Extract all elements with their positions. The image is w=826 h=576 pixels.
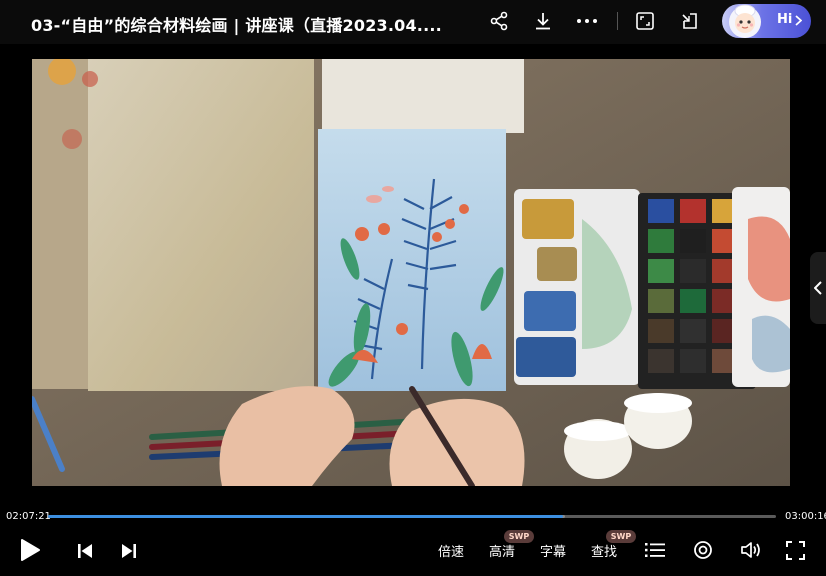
subtitle-button[interactable]: 字幕 bbox=[540, 541, 566, 560]
top-bar: 03-“自由”的综合材料绘画 | 讲座课（直播2023.04.... Hi bbox=[0, 0, 826, 44]
previous-button[interactable] bbox=[74, 540, 96, 562]
video-player[interactable] bbox=[32, 59, 790, 486]
video-frame bbox=[32, 59, 790, 486]
playlist-button[interactable] bbox=[644, 539, 666, 561]
target-settings-icon bbox=[694, 541, 712, 559]
chevron-right-icon bbox=[795, 15, 802, 26]
fullscreen-icon bbox=[785, 540, 805, 560]
share-icon bbox=[490, 11, 508, 31]
play-icon bbox=[21, 539, 40, 561]
settings-button[interactable] bbox=[692, 539, 714, 561]
side-panel-toggle[interactable] bbox=[810, 252, 826, 324]
search-button[interactable]: 查找 bbox=[591, 541, 617, 560]
chevron-left-icon bbox=[814, 281, 822, 295]
video-title: 03-“自由”的综合材料绘画 | 讲座课（直播2023.04.... bbox=[31, 16, 442, 35]
share-button[interactable] bbox=[486, 8, 512, 34]
screenshot-icon bbox=[636, 12, 654, 30]
download-icon bbox=[536, 13, 550, 30]
skip-next-icon bbox=[122, 544, 136, 558]
play-button[interactable] bbox=[16, 536, 44, 564]
next-button[interactable] bbox=[118, 540, 140, 562]
picture-in-picture-button[interactable] bbox=[677, 8, 703, 34]
skip-previous-icon bbox=[78, 544, 92, 558]
progress-played bbox=[48, 515, 563, 518]
more-icon bbox=[577, 19, 597, 23]
assistant-hi-button[interactable]: Hi bbox=[722, 4, 811, 38]
volume-button[interactable] bbox=[739, 539, 763, 561]
screenshot-button[interactable] bbox=[632, 8, 658, 34]
total-time: 03:00:16 bbox=[785, 511, 826, 522]
toolbar-divider bbox=[617, 12, 618, 30]
volume-icon bbox=[741, 542, 760, 558]
search-swp-badge: SWP bbox=[606, 530, 636, 543]
hi-label: Hi bbox=[777, 12, 793, 27]
more-button[interactable] bbox=[574, 8, 600, 34]
quality-swp-badge: SWP bbox=[504, 530, 534, 543]
float-window-icon bbox=[682, 13, 697, 29]
progress-bar[interactable] bbox=[48, 515, 776, 518]
assistant-avatar-icon bbox=[729, 4, 761, 38]
playback-speed-button[interactable]: 倍速 bbox=[438, 541, 464, 560]
quality-button[interactable]: 高清 bbox=[489, 541, 515, 560]
download-button[interactable] bbox=[530, 8, 556, 34]
current-time: 02:07:21 bbox=[6, 511, 51, 522]
fullscreen-button[interactable] bbox=[784, 539, 806, 561]
list-icon bbox=[645, 543, 665, 557]
